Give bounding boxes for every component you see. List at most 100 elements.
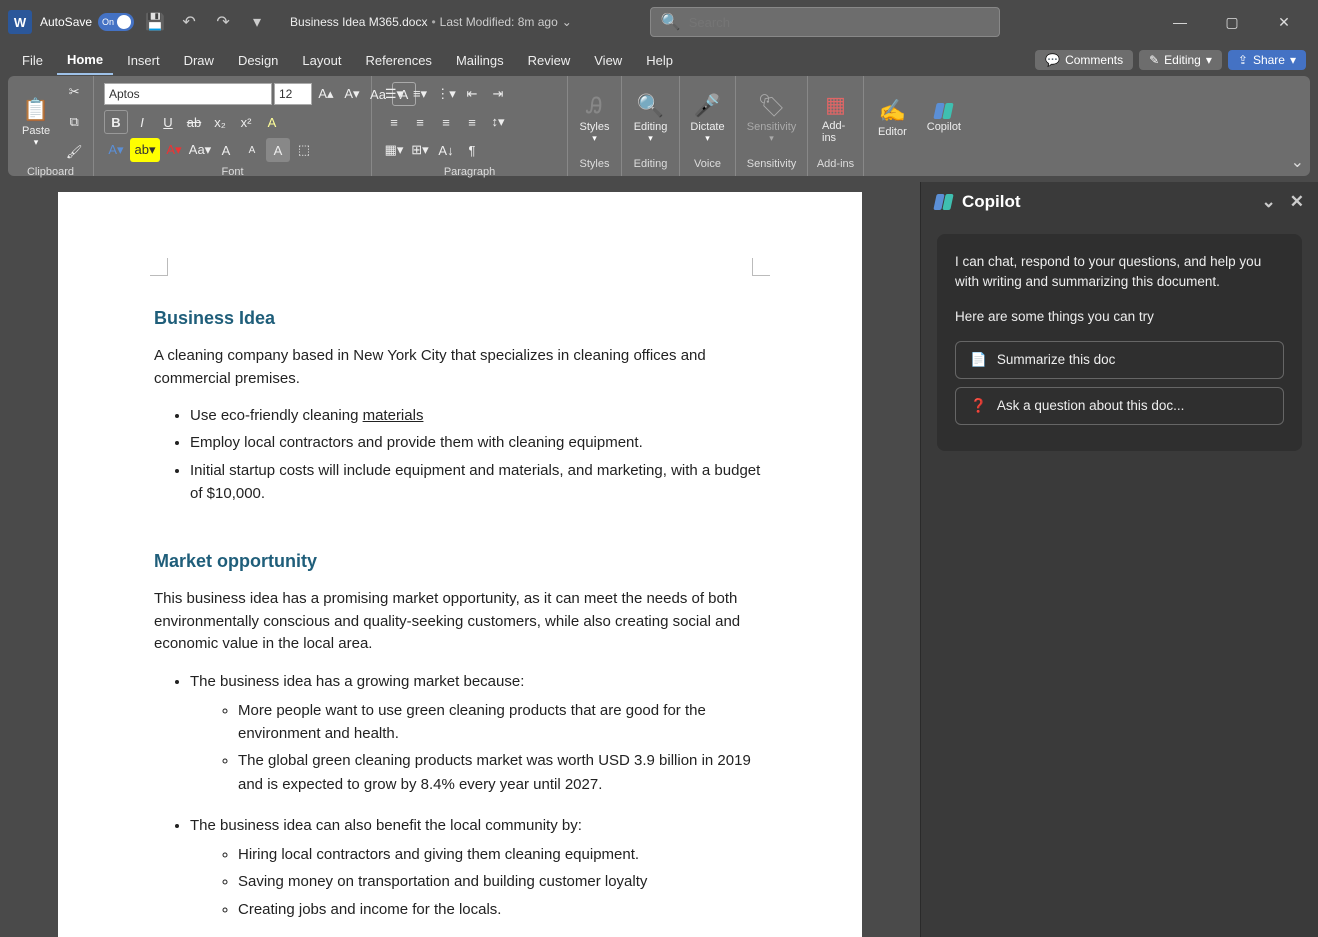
show-marks-icon[interactable]: ¶	[460, 138, 484, 162]
collapse-ribbon-icon[interactable]: ⌄	[1291, 152, 1304, 172]
underline-button[interactable]: U	[156, 110, 180, 134]
tab-insert[interactable]: Insert	[117, 47, 170, 74]
search-icon: 🔍	[661, 12, 681, 32]
copy-icon[interactable]: ⧉	[62, 110, 86, 134]
close-icon[interactable]: ✕	[1266, 14, 1302, 31]
tab-mailings[interactable]: Mailings	[446, 47, 514, 74]
copilot-ribbon-button[interactable]: Copilot	[919, 101, 969, 135]
styles-button[interactable]: Ꭿ Styles ▾	[572, 91, 618, 146]
doc-bullet-list[interactable]: Use eco-friendly cleaning materials Empl…	[190, 404, 766, 505]
superscript-button[interactable]: x²	[234, 110, 258, 134]
tab-draw[interactable]: Draw	[174, 47, 224, 74]
paste-button[interactable]: 📋 Paste ▾	[14, 95, 58, 150]
redo-icon[interactable]: ↷	[210, 9, 236, 35]
undo-icon[interactable]: ↶	[176, 9, 202, 35]
doc-heading-2[interactable]: Market opportunity	[154, 551, 766, 572]
tab-layout[interactable]: Layout	[292, 47, 351, 74]
format-painter-icon[interactable]: 🖌	[62, 140, 86, 164]
justify-icon[interactable]: ≡	[460, 110, 484, 134]
shading-icon[interactable]: ▦▾	[382, 138, 406, 162]
bold-button[interactable]: B	[104, 110, 128, 134]
list-item[interactable]: Use eco-friendly cleaning materials	[190, 404, 766, 427]
doc-paragraph[interactable]: A cleaning company based in New York Cit…	[154, 345, 766, 390]
search-input[interactable]	[689, 15, 989, 30]
font-dialog-icon[interactable]: ⬚	[292, 138, 316, 162]
multilevel-list-icon[interactable]: ⋮▾	[434, 82, 458, 106]
list-item[interactable]: Hiring local contractors and giving them…	[238, 843, 766, 866]
list-item[interactable]: The business idea can also benefit the l…	[190, 814, 766, 921]
decrease-font-icon[interactable]: A▾	[340, 82, 364, 106]
list-item[interactable]: Employ local contractors and provide the…	[190, 431, 766, 454]
bullets-icon[interactable]: ☰▾	[382, 82, 406, 106]
increase-font-icon[interactable]: A▴	[314, 82, 338, 106]
tab-help[interactable]: Help	[636, 47, 683, 74]
list-item[interactable]: The business idea has a growing market b…	[190, 670, 766, 796]
doc-link-materials[interactable]: materials	[363, 407, 424, 424]
numbering-icon[interactable]: ≡▾	[408, 82, 432, 106]
strikethrough-button[interactable]: ab	[182, 110, 206, 134]
enclose-characters-icon[interactable]: A	[266, 138, 290, 162]
editing-button[interactable]: 🔍 Editing ▾	[626, 91, 676, 146]
tab-file[interactable]: File	[12, 47, 53, 74]
clipboard-icon: 📋	[22, 97, 49, 123]
align-right-icon[interactable]: ≡	[434, 110, 458, 134]
borders-icon[interactable]: ⊞▾	[408, 138, 432, 162]
addins-button[interactable]: ▦ Add-ins	[814, 90, 857, 146]
copilot-suggestion-ask[interactable]: ❓ Ask a question about this doc...	[955, 387, 1284, 425]
list-item[interactable]: More people want to use green cleaning p…	[238, 699, 766, 746]
doc-bullet-list[interactable]: The business idea has a growing market b…	[190, 670, 766, 937]
highlight-color-icon[interactable]: ab▾	[130, 138, 160, 162]
document-title[interactable]: Business Idea M365.docx • Last Modified:…	[290, 15, 572, 29]
minimize-icon[interactable]: ―	[1162, 14, 1198, 31]
editing-mode-button[interactable]: ✎Editing▾	[1139, 50, 1222, 70]
cut-icon[interactable]: ✂	[62, 80, 86, 104]
doc-heading-1[interactable]: Business Idea	[154, 308, 766, 329]
toggle-switch[interactable]: On	[98, 13, 134, 31]
subscript-button[interactable]: x₂	[208, 110, 232, 134]
maximize-icon[interactable]: ▢	[1214, 14, 1250, 31]
save-icon[interactable]: 💾	[142, 9, 168, 35]
sensitivity-button[interactable]: 🏷 Sensitivity ▾	[739, 91, 805, 146]
list-item[interactable]: Creating jobs and income for the locals.	[238, 898, 766, 921]
pencil-icon: ✎	[1149, 53, 1159, 67]
tab-references[interactable]: References	[355, 47, 441, 74]
character-shading-icon[interactable]: Aa▾	[188, 138, 212, 162]
editor-button[interactable]: ✍ Editor	[870, 96, 915, 140]
align-left-icon[interactable]: ≡	[382, 110, 406, 134]
tab-review[interactable]: Review	[518, 47, 581, 74]
doc-paragraph[interactable]: This business idea has a promising marke…	[154, 588, 766, 656]
shrink-font-icon[interactable]: A	[240, 138, 264, 162]
tab-design[interactable]: Design	[228, 47, 288, 74]
search-box[interactable]: 🔍	[650, 7, 1000, 37]
line-spacing-icon[interactable]: ↕▾	[486, 110, 510, 134]
tab-home[interactable]: Home	[57, 46, 113, 75]
align-center-icon[interactable]: ≡	[408, 110, 432, 134]
decrease-indent-icon[interactable]: ⇤	[460, 82, 484, 106]
italic-button[interactable]: I	[130, 110, 154, 134]
tab-view[interactable]: View	[584, 47, 632, 74]
toggle-knob	[117, 15, 131, 29]
grow-font-icon[interactable]: A	[214, 138, 238, 162]
list-item[interactable]: The global green cleaning products marke…	[238, 749, 766, 796]
close-icon[interactable]: ✕	[1290, 192, 1304, 212]
autosave-toggle[interactable]: AutoSave On	[40, 13, 134, 31]
text-highlight-icon[interactable]: A▾	[104, 138, 128, 162]
qat-dropdown-icon[interactable]: ▾	[244, 9, 270, 35]
font-name-select[interactable]	[104, 83, 272, 105]
font-size-select[interactable]	[274, 83, 312, 105]
word-app-icon: W	[8, 10, 32, 34]
dictate-button[interactable]: 🎤 Dictate ▾	[682, 91, 732, 146]
text-effects-icon[interactable]: A	[260, 110, 284, 134]
share-button[interactable]: ⇪Share▾	[1228, 50, 1306, 70]
chevron-down-icon[interactable]: ⌄	[1262, 192, 1276, 212]
chevron-down-icon[interactable]: ⌄	[562, 15, 572, 29]
increase-indent-icon[interactable]: ⇥	[486, 82, 510, 106]
document-canvas[interactable]: Business Idea A cleaning company based i…	[0, 182, 920, 937]
font-color-icon[interactable]: A▾	[162, 138, 186, 162]
copilot-suggestion-summarize[interactable]: 📄 Summarize this doc	[955, 341, 1284, 379]
sort-icon[interactable]: A↓	[434, 138, 458, 162]
document-page[interactable]: Business Idea A cleaning company based i…	[58, 192, 862, 937]
list-item[interactable]: Saving money on transportation and build…	[238, 870, 766, 893]
comments-button[interactable]: 💬Comments	[1035, 50, 1133, 70]
list-item[interactable]: Initial startup costs will include equip…	[190, 459, 766, 506]
